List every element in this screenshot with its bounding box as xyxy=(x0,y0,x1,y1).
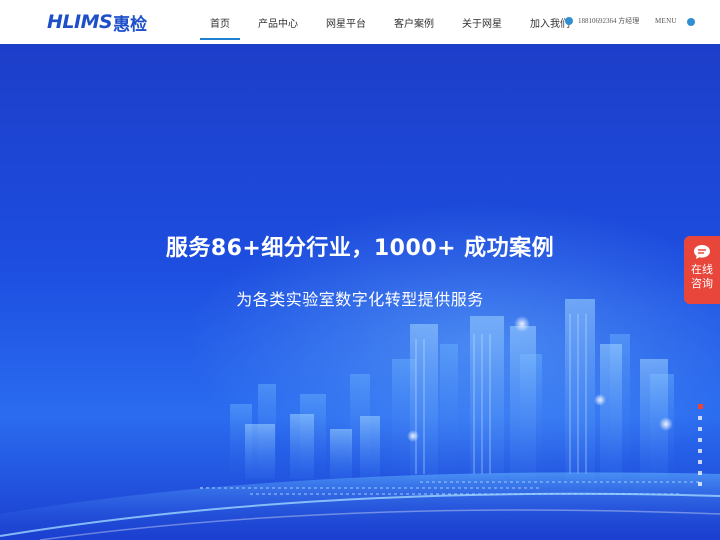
hero-subtitle: 为各类实验室数字化转型提供服务 xyxy=(236,290,484,309)
pager-dot[interactable] xyxy=(698,438,702,442)
logo-chinese-name: 惠检 xyxy=(113,14,148,35)
contact-phone-text: 18810692364 方经理 xyxy=(578,17,640,25)
pager-dot[interactable] xyxy=(698,471,702,475)
hero-title: 服务86+细分行业，1000+ 成功案例 xyxy=(165,236,555,261)
menu-button[interactable]: MENU xyxy=(655,17,677,25)
nav-item-about[interactable]: 关于网星 xyxy=(452,0,512,44)
main-nav: 首页 产品中心 网星平台 客户案例 关于网星 加入我们 xyxy=(200,0,588,44)
nav-item-home[interactable]: 首页 xyxy=(200,0,240,44)
slide-pager xyxy=(697,404,703,493)
logo-wordmark: HLIMS xyxy=(47,11,113,33)
nav-item-platform[interactable]: 网星平台 xyxy=(316,0,376,44)
hero-banner: 服务86+细分行业，1000+ 成功案例 为各类实验室数字化转型提供服务 xyxy=(0,44,720,540)
pager-dot[interactable] xyxy=(698,427,702,431)
phone-icon xyxy=(565,17,573,25)
menu-icon[interactable] xyxy=(687,18,695,26)
site-logo[interactable]: HLIMS 惠检 xyxy=(47,10,148,35)
nav-item-products[interactable]: 产品中心 xyxy=(248,0,308,44)
nav-item-cases[interactable]: 客户案例 xyxy=(384,0,444,44)
contact-phone[interactable]: 18810692364 方经理 xyxy=(565,16,639,26)
pager-dot[interactable] xyxy=(698,482,702,486)
online-consult-label: 在线咨询 xyxy=(691,263,713,290)
pager-dot[interactable] xyxy=(697,404,703,409)
online-consult-button[interactable]: 在线咨询 xyxy=(684,236,720,304)
pager-dot[interactable] xyxy=(698,460,702,464)
pager-dot[interactable] xyxy=(698,449,702,453)
site-header: HLIMS 惠检 首页 产品中心 网星平台 客户案例 关于网星 加入我们 188… xyxy=(0,0,720,44)
chat-bubble-icon xyxy=(694,245,710,259)
pager-dot[interactable] xyxy=(698,416,702,420)
